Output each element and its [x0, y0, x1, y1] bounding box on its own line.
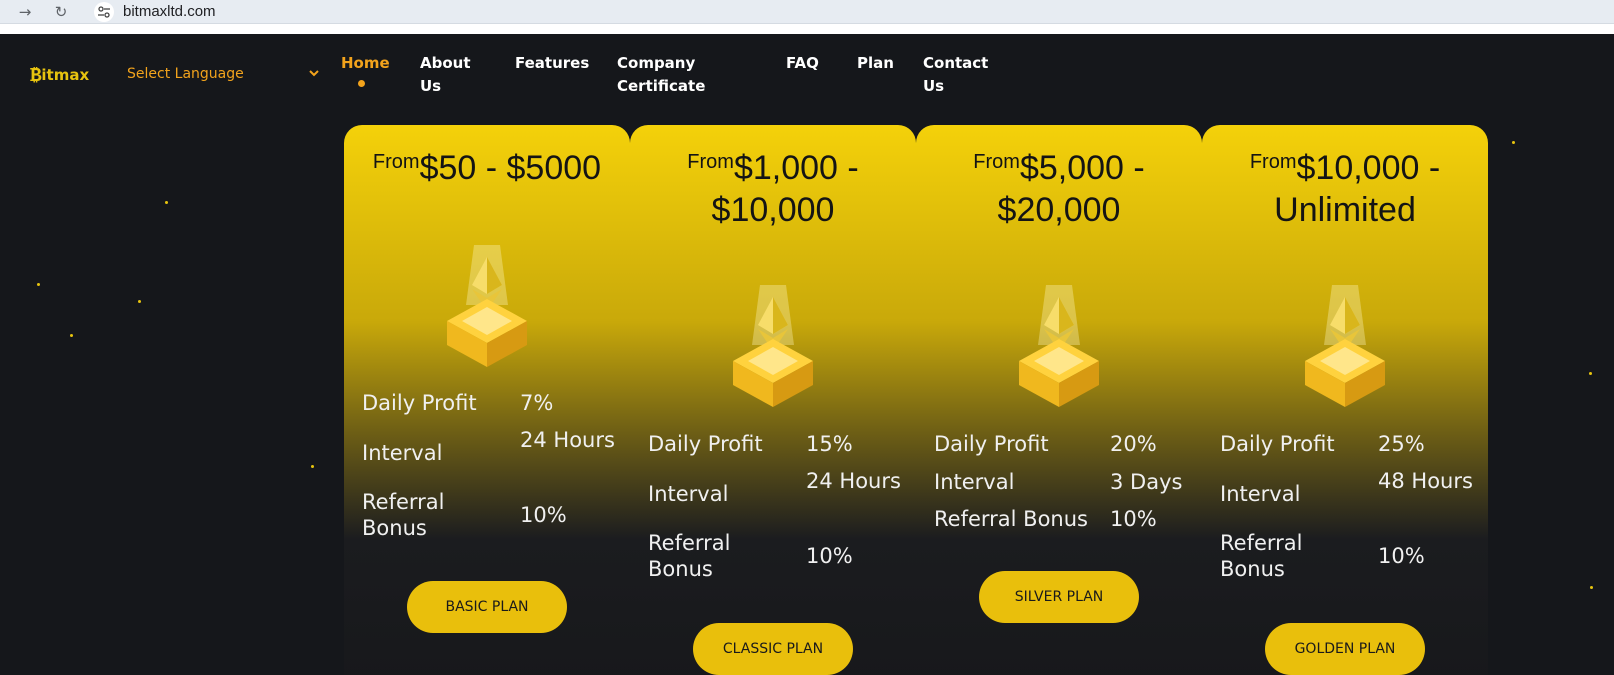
- referral-value: 10%: [520, 503, 567, 527]
- plan-price-range: From$50 - $5000: [358, 147, 616, 189]
- from-label: From: [973, 151, 1020, 173]
- address-bar[interactable]: bitmaxltd.com: [123, 2, 216, 22]
- referral-row: Referral Bonus 10%: [934, 506, 1192, 532]
- interval-label: Interval: [934, 470, 1015, 494]
- interval-row: Interval 24 Hours: [648, 468, 906, 507]
- background-star: [138, 300, 141, 303]
- interval-value: 48 Hours: [1378, 469, 1473, 493]
- interval-value: 24 Hours: [520, 428, 615, 452]
- logo-bitcoin-icon: ₿: [30, 63, 42, 86]
- interval-value: 24 Hours: [806, 469, 901, 493]
- nav-contact-us[interactable]: Contact Us: [923, 52, 993, 98]
- daily-profit-value: 20%: [1110, 432, 1157, 456]
- interval-row: Interval 3 Days: [934, 469, 1192, 495]
- referral-label: Referral Bonus: [934, 507, 1088, 531]
- interval-label: Interval: [648, 482, 729, 506]
- ethereum-cube-icon: [1305, 285, 1385, 407]
- background-star: [37, 283, 40, 286]
- referral-value: 10%: [1110, 507, 1157, 531]
- nav-features[interactable]: Features: [515, 52, 589, 75]
- nav-faq[interactable]: FAQ: [786, 52, 819, 75]
- plan-price-range: From$10,000 - Unlimited: [1216, 147, 1474, 231]
- from-label: From: [1249, 151, 1297, 173]
- daily-profit-label: Daily Profit: [648, 432, 763, 456]
- nav-about-us[interactable]: About Us: [420, 52, 480, 98]
- interval-value: 3 Days: [1110, 470, 1183, 494]
- plan-card-classic: From$1,000 - $10,000 Daily Profit 15% In…: [630, 125, 916, 675]
- daily-profit-value: 7%: [520, 391, 554, 415]
- nav-plan[interactable]: Plan: [857, 52, 894, 75]
- interval-label: Interval: [362, 441, 443, 465]
- golden-plan-button[interactable]: GOLDEN PLAN: [1265, 623, 1425, 675]
- from-label: From: [687, 151, 734, 173]
- referral-value: 10%: [1378, 544, 1425, 568]
- logo[interactable]: ₿ itmax: [30, 60, 89, 90]
- ethereum-cube-icon: [1019, 285, 1099, 407]
- basic-plan-button[interactable]: BASIC PLAN: [407, 581, 567, 633]
- nav-company-certificate[interactable]: Company Certificate: [617, 52, 717, 98]
- background-star: [70, 334, 73, 337]
- interval-label: Interval: [1220, 482, 1301, 506]
- from-label: From: [372, 151, 420, 173]
- chevron-down-icon[interactable]: [307, 66, 321, 80]
- daily-profit-row: Daily Profit 20%: [934, 431, 1192, 457]
- referral-row: Referral Bonus 10%: [362, 489, 620, 541]
- plan-card-silver: From$5,000 - $20,000 Daily Profit 20% In…: [916, 125, 1202, 675]
- logo-text: itmax: [41, 66, 90, 84]
- plan-card-basic: From$50 - $5000 Daily Profit 7% Interval…: [344, 125, 630, 675]
- referral-label: Referral Bonus: [362, 490, 445, 540]
- daily-profit-value: 15%: [806, 432, 853, 456]
- interval-row: Interval 48 Hours: [1220, 468, 1478, 507]
- daily-profit-row: Daily Profit 15%: [648, 431, 906, 457]
- silver-plan-button[interactable]: SILVER PLAN: [979, 571, 1139, 623]
- plan-price-range: From$1,000 - $10,000: [644, 147, 902, 231]
- background-star: [165, 201, 168, 204]
- reload-icon[interactable]: ↻: [51, 2, 71, 22]
- language-select[interactable]: Select Language: [127, 66, 244, 82]
- interval-row: Interval 24 Hours: [362, 427, 620, 466]
- referral-label: Referral Bonus: [1220, 531, 1303, 581]
- plan-card-golden: From$10,000 - Unlimited Daily Profit 25%…: [1202, 125, 1488, 675]
- ethereum-cube-icon: [733, 285, 813, 407]
- referral-row: Referral Bonus 10%: [648, 530, 906, 582]
- nav-home[interactable]: Home: [341, 52, 390, 75]
- browser-chrome: → ↻ bitmaxltd.com: [0, 0, 1614, 34]
- background-star: [1589, 372, 1592, 375]
- background-star: [311, 465, 314, 468]
- daily-profit-label: Daily Profit: [362, 391, 477, 415]
- referral-row: Referral Bonus 10%: [1220, 530, 1478, 582]
- forward-icon[interactable]: →: [15, 2, 35, 22]
- daily-profit-row: Daily Profit 25%: [1220, 431, 1478, 457]
- daily-profit-row: Daily Profit 7%: [362, 390, 620, 416]
- referral-value: 10%: [806, 544, 853, 568]
- price-range: $50 - $5000: [419, 149, 602, 187]
- ethereum-cube-icon: [447, 245, 527, 367]
- plan-price-range: From$5,000 - $20,000: [930, 147, 1188, 231]
- daily-profit-label: Daily Profit: [1220, 432, 1335, 456]
- browser-toolbar: [0, 0, 1614, 24]
- site-info-icon[interactable]: [94, 2, 114, 22]
- classic-plan-button[interactable]: CLASSIC PLAN: [693, 623, 853, 675]
- daily-profit-value: 25%: [1378, 432, 1425, 456]
- nav-active-indicator: [358, 80, 365, 87]
- background-star: [1512, 141, 1515, 144]
- background-star: [1590, 586, 1593, 589]
- referral-label: Referral Bonus: [648, 531, 731, 581]
- daily-profit-label: Daily Profit: [934, 432, 1049, 456]
- price-range: $10,000 - Unlimited: [1274, 149, 1441, 229]
